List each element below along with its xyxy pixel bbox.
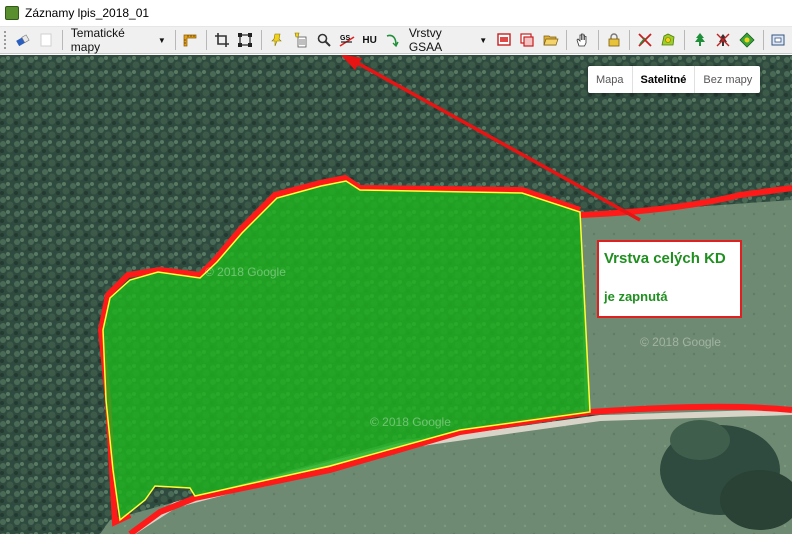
toolbar-separator: [566, 30, 568, 50]
blank-page-icon[interactable]: [36, 30, 55, 51]
map-type-none[interactable]: Bez mapy: [695, 66, 760, 93]
map-watermark: © 2018 Google: [370, 415, 451, 429]
chevron-down-icon: ▼: [479, 35, 488, 45]
delete-tool-icon[interactable]: [635, 30, 654, 51]
window-icon[interactable]: [769, 30, 788, 51]
toolbar-separator: [206, 30, 208, 50]
crop-icon[interactable]: [212, 30, 231, 51]
map-type-satellite[interactable]: Satelitné: [633, 66, 696, 93]
window-title: Záznamy lpis_2018_01: [25, 6, 150, 20]
curve-tool-icon[interactable]: [382, 30, 401, 51]
layer-red-icon[interactable]: [494, 30, 513, 51]
hu-layer-button[interactable]: HU: [361, 30, 379, 51]
gsaa-layers-dropdown[interactable]: Vrstvy GSAA ▼: [406, 26, 490, 54]
satellite-map[interactable]: © 2018 Google © 2018 Google © 2018 Googl…: [0, 55, 792, 534]
parcel-tool-icon[interactable]: [659, 30, 678, 51]
search-icon[interactable]: [314, 30, 333, 51]
ruler-icon[interactable]: [181, 30, 200, 51]
tree-icon[interactable]: [690, 30, 709, 51]
pan-hand-icon[interactable]: [572, 30, 591, 51]
tree-remove-icon[interactable]: [714, 30, 733, 51]
map-type-control: Mapa Satelitné Bez mapy: [588, 66, 761, 93]
map-type-map[interactable]: Mapa: [588, 66, 633, 93]
thematic-maps-label: Tematické mapy: [70, 26, 125, 54]
lock-icon[interactable]: [604, 30, 623, 51]
toolbar-separator: [629, 30, 631, 50]
gs-layer-icon[interactable]: GS: [337, 30, 356, 51]
pin-document-icon[interactable]: [290, 30, 309, 51]
annotation-line-2: je zapnutá: [604, 289, 668, 304]
toolbar-separator: [762, 30, 764, 50]
app-icon: [5, 6, 19, 20]
gsaa-layers-label: Vrstvy GSAA: [408, 26, 443, 54]
annotation-line-1: Vrstva celých KD: [604, 250, 726, 267]
select-area-icon[interactable]: [236, 30, 255, 51]
eraser-icon[interactable]: [13, 30, 32, 51]
toolbar-separator: [684, 30, 686, 50]
toolbar-separator: [174, 30, 176, 50]
map-watermark: © 2018 Google: [640, 335, 721, 349]
annotation-box: Vrstva celých KD je zapnutá: [597, 240, 742, 318]
chevron-down-icon: ▼: [157, 35, 166, 45]
pin-icon[interactable]: [267, 30, 286, 51]
toolbar-grip[interactable]: [4, 31, 9, 49]
open-folder-icon[interactable]: [541, 30, 560, 51]
thematic-maps-dropdown[interactable]: Tematické mapy ▼: [68, 26, 169, 54]
diamond-icon[interactable]: [737, 30, 756, 51]
window-titlebar: Záznamy lpis_2018_01: [0, 0, 792, 27]
toolbar-separator: [61, 30, 63, 50]
map-watermark: © 2018 Google: [205, 265, 286, 279]
layer-copy-icon[interactable]: [518, 30, 537, 51]
toolbar-separator: [261, 30, 263, 50]
toolbar-separator: [597, 30, 599, 50]
toolbar: Tematické mapy ▼ GS HU Vrstvy GSAA ▼: [0, 26, 792, 54]
